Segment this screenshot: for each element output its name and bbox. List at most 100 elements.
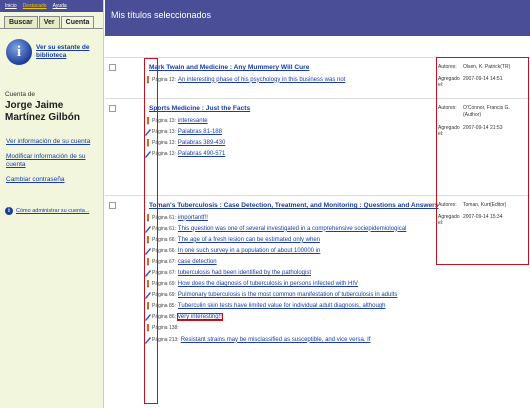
- meta-label: Autores:: [438, 64, 457, 70]
- highlighter-icon[interactable]: [145, 291, 151, 300]
- meta-value: Olsen, K. Patrick(TR): [463, 64, 511, 70]
- note-link[interactable]: An interesting phase of his psychology i…: [178, 77, 345, 83]
- note-link[interactable]: Palabras 490-571: [178, 151, 225, 157]
- info-icon[interactable]: i: [6, 39, 32, 65]
- note-list: Página 61: importantf!! Página 61: This que…: [145, 212, 406, 345]
- top-menu-ayuda[interactable]: Ayuda: [53, 3, 67, 9]
- meta-label: Agregado el:: [438, 124, 460, 137]
- note-link[interactable]: Palabras 81-188: [178, 129, 222, 135]
- note-item: Página 213: Resistant strains may be misc…: [145, 334, 406, 345]
- record-item: Toman's Tuberculosis : Case Detection, T…: [105, 195, 530, 408]
- edit-account-link[interactable]: Modificar información de su cuenta: [6, 153, 94, 169]
- note-link[interactable]: importantf!!: [178, 215, 208, 221]
- note-link[interactable]: This question was one of several investi…: [178, 226, 406, 232]
- note-item: Página 67: tuberculosis had been identifi…: [145, 267, 406, 278]
- note-link[interactable]: In one such survey in a population of ab…: [178, 248, 320, 254]
- note-item: Página 66: The age of a fresh lesion can …: [145, 234, 406, 245]
- tab-bar: Buscar Ver Cuenta: [0, 12, 103, 29]
- pencil-icon[interactable]: [145, 235, 151, 244]
- note-link[interactable]: case detection: [178, 259, 217, 265]
- help-info-icon: i: [5, 206, 13, 215]
- note-link[interactable]: interesante: [178, 118, 208, 124]
- highlighter-icon[interactable]: [145, 128, 151, 136]
- page-title: Mis títulos seleccionados: [105, 0, 530, 36]
- pencil-icon[interactable]: [145, 302, 151, 311]
- note-item: Página 12: An interesting phase of his ps…: [145, 74, 345, 85]
- highlighter-icon[interactable]: [145, 247, 151, 255]
- note-item: Página 138:: [145, 323, 406, 334]
- meta-added-date: Agregado el: 2007-09-14 21:53: [438, 125, 528, 137]
- record-checkbox[interactable]: [109, 202, 116, 209]
- note-page: Página 61:: [152, 214, 176, 221]
- tab-ver[interactable]: Ver: [38, 16, 60, 28]
- note-page: Página 13:: [152, 150, 176, 157]
- note-page: Página 69:: [152, 292, 176, 299]
- note-page: Página 66:: [152, 236, 176, 243]
- tab-buscar[interactable]: Buscar: [4, 16, 38, 28]
- highlighter-icon[interactable]: [145, 225, 151, 233]
- pencil-icon[interactable]: [145, 138, 151, 147]
- note-list: Página 12: An interesting phase of his ps…: [145, 74, 345, 85]
- note-page: Página 61:: [152, 225, 176, 232]
- pencil-icon[interactable]: [145, 116, 151, 125]
- note-page: Página 13:: [152, 117, 176, 124]
- view-account-link[interactable]: Ver información de su cuenta: [6, 138, 94, 146]
- meta-value: 2007-09-14 15:34: [463, 214, 503, 221]
- note-item: Página 69: Pulmonary tuberculosis is the …: [145, 290, 406, 301]
- highlighter-icon[interactable]: [145, 313, 151, 322]
- record-checkbox[interactable]: [109, 64, 116, 71]
- record-title[interactable]: Mark Twain and Medicine : Any Mummery Wi…: [149, 64, 309, 71]
- shelf-link[interactable]: Ver su estante de biblioteca: [36, 44, 99, 60]
- note-item: Página 69: How does the diagnosis of tube…: [145, 279, 406, 290]
- record-checkbox[interactable]: [109, 105, 116, 112]
- note-link[interactable]: How does the diagnosis of tuberculosis i…: [178, 281, 358, 287]
- note-item: Página 86: very interesting!!: [145, 312, 406, 323]
- tab-cuenta[interactable]: Cuenta: [60, 16, 95, 28]
- record-metadata: Autores: O'Connor, Francis G. (Author) Agr…: [438, 105, 528, 142]
- note-item: Página 66: In one such survey in a popula…: [145, 245, 406, 256]
- note-page: Página 69:: [152, 281, 176, 288]
- note-item: Página 13: interesante: [145, 115, 225, 126]
- note-link[interactable]: The age of a fresh lesion can be estimat…: [178, 237, 320, 243]
- meta-label: Agregado el:: [438, 76, 460, 89]
- pencil-icon[interactable]: [145, 280, 151, 289]
- account-links: Ver información de su cuenta Modificar i…: [6, 138, 103, 185]
- note-link[interactable]: very interesting!!: [176, 313, 223, 322]
- note-link[interactable]: Resistant strains may be misclassified a…: [181, 337, 371, 343]
- record-title[interactable]: Toman's Tuberculosis : Case Detection, T…: [149, 202, 438, 209]
- record-title[interactable]: Sports Medicine : Just the Facts: [149, 105, 250, 112]
- top-menu-destacado[interactable]: Destacado: [23, 3, 47, 9]
- top-menu: Inicio Destacado Ayuda: [0, 0, 103, 12]
- note-link[interactable]: Palabras 389-430: [178, 140, 225, 146]
- note-list: Página 13: interesante Página 13: Palabras …: [145, 115, 225, 159]
- highlighter-icon[interactable]: [145, 150, 151, 158]
- meta-value: O'Connor, Francis G. (Author): [463, 105, 510, 119]
- record-metadata: Autores: Olsen, K. Patrick(TR) Agregado el…: [438, 64, 528, 93]
- note-page: Página 67:: [152, 270, 176, 277]
- help-block: i Cómo administrar su cuenta...: [5, 206, 103, 215]
- record-metadata: Autores: Toman, Kurt(Editor) Agregado el: 2…: [438, 202, 528, 231]
- meta-label: Agregado el:: [438, 214, 460, 227]
- note-item: Página 61: importantf!!: [145, 212, 406, 223]
- meta-value: Toman, Kurt(Editor): [463, 202, 507, 208]
- meta-authors: Autores: Toman, Kurt(Editor): [438, 202, 528, 209]
- pencil-icon[interactable]: [145, 75, 151, 84]
- meta-label: Autores:: [438, 202, 457, 208]
- note-page: Página 138:: [152, 325, 179, 332]
- meta-label: Autores:: [438, 105, 457, 111]
- highlighter-icon[interactable]: [145, 269, 151, 278]
- meta-authors: Autores: O'Connor, Francis G. (Author): [438, 105, 528, 120]
- help-link[interactable]: Cómo administrar su cuenta...: [16, 208, 89, 214]
- pencil-icon[interactable]: [145, 257, 151, 266]
- note-link[interactable]: tuberculosis had been identified by the …: [178, 270, 311, 276]
- top-menu-inicio[interactable]: Inicio: [5, 3, 17, 9]
- main-panel: Mis títulos seleccionados Mark Twain and…: [105, 0, 530, 408]
- note-page: Página 67:: [152, 258, 176, 265]
- note-page: Página 213:: [152, 336, 179, 343]
- pencil-icon[interactable]: [145, 324, 151, 333]
- pencil-icon[interactable]: [145, 213, 151, 222]
- change-password-link[interactable]: Cambiar contraseña: [6, 176, 94, 184]
- highlighter-icon[interactable]: [145, 336, 151, 344]
- note-link[interactable]: Tuberculin skin tests have limited value…: [178, 303, 386, 309]
- note-link[interactable]: Pulmonary tuberculosis is the most commo…: [178, 292, 397, 298]
